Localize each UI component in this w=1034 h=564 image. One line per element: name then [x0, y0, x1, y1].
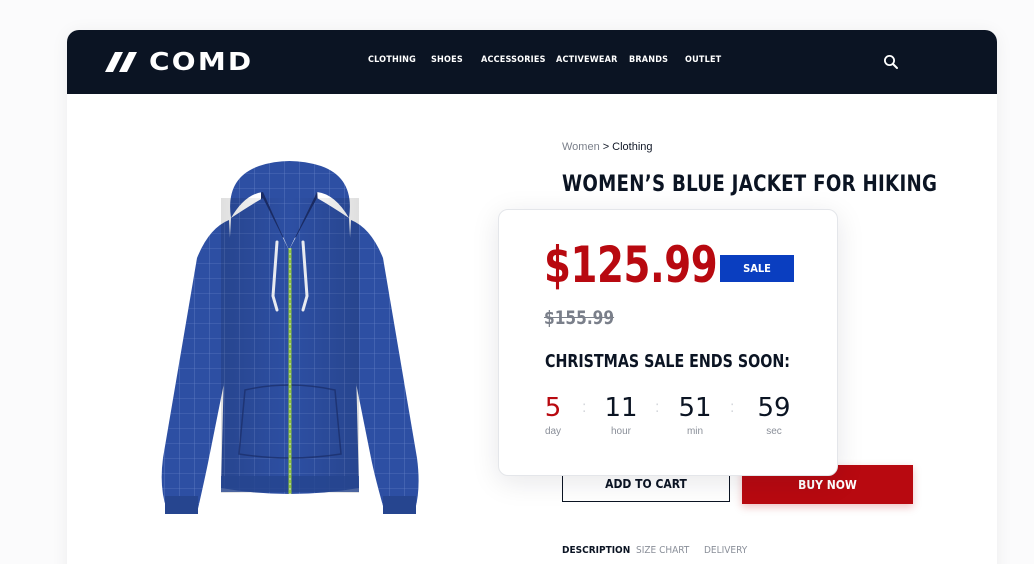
nav-item-activewear[interactable]: ACTIVEWEAR	[556, 55, 618, 65]
countdown-hours: 11 hour	[591, 393, 651, 437]
sale-badge: SALE	[720, 255, 794, 282]
countdown-minutes: 51 min	[665, 393, 725, 437]
countdown-days-label: day	[544, 426, 562, 437]
product-title: WOMEN’S BLUE JACKET FOR HIKING	[562, 172, 938, 197]
tab-delivery[interactable]: DELIVERY	[704, 545, 747, 556]
original-price: $155.99	[544, 307, 615, 329]
tab-description[interactable]: DESCRIPTION	[562, 545, 630, 556]
nav-item-brands[interactable]: BRANDS	[629, 55, 668, 65]
countdown-days-value: 5	[544, 393, 562, 423]
tab-size-chart[interactable]: SIZE CHART	[636, 545, 689, 556]
countdown-minutes-value: 51	[678, 393, 712, 423]
countdown-separator: :	[655, 399, 660, 416]
current-price: $125.99	[544, 236, 718, 294]
nav-item-clothing[interactable]: CLOTHING	[368, 55, 416, 65]
brand-name: COMD	[149, 47, 254, 76]
nav-item-shoes[interactable]: SHOES	[431, 55, 463, 65]
logo-mark-icon	[105, 52, 137, 72]
countdown-timer: 5 day : 11 hour : 51 min : 59 sec	[499, 393, 839, 453]
nav-item-outlet[interactable]: OUTLET	[685, 55, 721, 65]
product-image	[161, 161, 419, 514]
countdown-separator: :	[582, 399, 587, 416]
countdown-days: 5 day	[523, 393, 583, 437]
countdown-minutes-label: min	[686, 426, 704, 437]
price-card: $125.99 SALE $155.99 CHRISTMAS SALE ENDS…	[498, 209, 838, 476]
sale-countdown-heading: CHRISTMAS SALE ENDS SOON:	[545, 351, 790, 372]
countdown-seconds-label: sec	[766, 426, 782, 437]
breadcrumb: Women > Clothing	[562, 141, 653, 153]
top-navigation-bar: COMD CLOTHING SHOES ACCESSORIES ACTIVEWE…	[67, 30, 997, 94]
search-icon[interactable]	[882, 53, 900, 71]
countdown-hours-value: 11	[604, 393, 638, 423]
countdown-hours-label: hour	[610, 426, 631, 437]
countdown-seconds: 59 sec	[744, 393, 804, 437]
breadcrumb-women[interactable]: Women	[562, 141, 600, 153]
breadcrumb-separator: >	[602, 141, 610, 153]
breadcrumb-clothing[interactable]: Clothing	[612, 141, 652, 153]
brand-logo[interactable]: COMD	[105, 49, 251, 75]
page-background: COMD CLOTHING SHOES ACCESSORIES ACTIVEWE…	[0, 0, 1034, 564]
nav-item-accessories[interactable]: ACCESSORIES	[481, 55, 546, 65]
countdown-separator: :	[730, 399, 735, 416]
countdown-seconds-value: 59	[757, 393, 791, 423]
